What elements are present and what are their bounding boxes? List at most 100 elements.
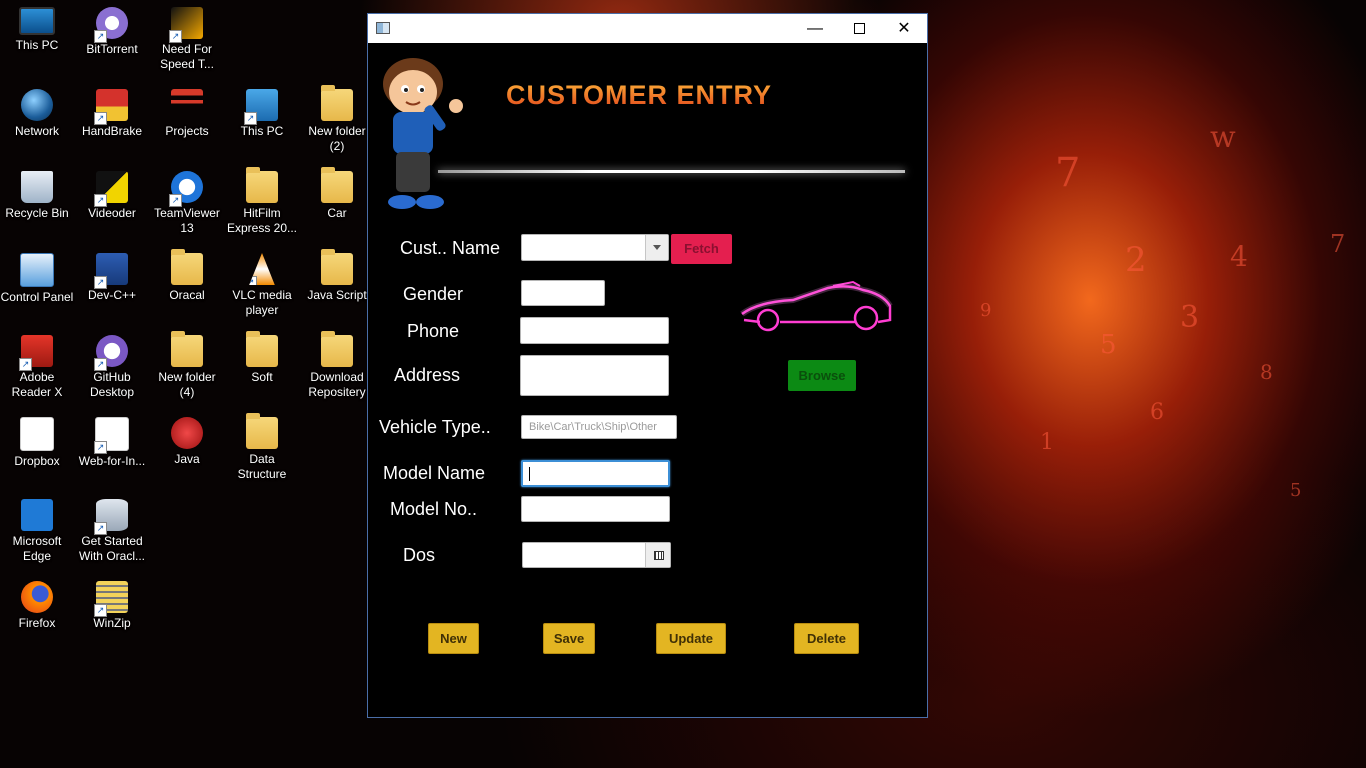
winzip-icon [94, 581, 128, 617]
desktop-icon-soft[interactable]: Soft [225, 331, 299, 385]
edge-icon [21, 499, 53, 531]
recycle-bin-icon [21, 171, 53, 203]
calendar-button[interactable] [645, 543, 670, 567]
fetch-button[interactable]: Fetch [671, 234, 732, 264]
address-label: Address [394, 365, 461, 385]
desktop-icon-this-pc[interactable]: This PC [0, 7, 74, 53]
model-name-field[interactable] [521, 460, 670, 487]
desktop-icon-data-structure[interactable]: Data Structure [225, 413, 299, 482]
firefox-icon [21, 581, 53, 613]
folder-icon [321, 85, 353, 121]
videoder-icon [94, 171, 128, 207]
desktop-icon-adobe-reader[interactable]: Adobe Reader X [0, 335, 74, 400]
control-panel-icon [20, 253, 54, 287]
folder-icon [171, 331, 203, 367]
maximize-icon [853, 23, 865, 35]
address-textarea[interactable] [520, 355, 669, 396]
dos-date-picker[interactable] [522, 542, 671, 568]
save-button[interactable]: Save [543, 623, 595, 654]
dropbox-icon [20, 417, 54, 451]
title-divider [438, 170, 905, 173]
folder-icon [321, 249, 353, 285]
desktop-icon-bittorrent[interactable]: BitTorrent [75, 7, 149, 57]
desktop-icon-handbrake[interactable]: HandBrake [75, 89, 149, 139]
torii-gate-icon [171, 89, 203, 121]
devcpp-icon [94, 253, 128, 289]
desktop-icon-devcpp[interactable]: Dev-C++ [75, 253, 149, 303]
adobe-reader-icon [19, 335, 53, 371]
folder-icon [171, 249, 203, 285]
desktop-icon-oracal[interactable]: Oracal [150, 249, 224, 303]
vehicle-type-field[interactable]: Bike\Car\Truck\Ship\Other [521, 415, 677, 439]
bittorrent-icon [94, 7, 128, 43]
paper-plane-icon [94, 417, 129, 454]
desktop-icon-new-folder-2[interactable]: New folder (2) [300, 85, 374, 154]
globe-icon [21, 89, 53, 121]
database-icon [94, 499, 128, 535]
desktop-icon-dropbox[interactable]: Dropbox [0, 417, 74, 469]
text-cursor [529, 467, 530, 481]
cust-name-label: Cust.. Name [400, 238, 501, 258]
handbrake-icon [94, 89, 128, 125]
browse-button[interactable]: Browse [788, 360, 856, 391]
teamviewer-icon [169, 171, 203, 207]
vehicle-type-placeholder: Bike\Car\Truck\Ship\Other [529, 421, 657, 433]
folder-icon [246, 331, 278, 367]
desktop-icon-hitfilm[interactable]: HitFilm Express 20... [225, 167, 299, 236]
customer-entry-window: — ✕ CUSTOMER ENTRY Cust.. Name Fetch Gen… [367, 13, 928, 718]
minimize-button[interactable]: — [792, 14, 838, 43]
folder-icon [321, 167, 353, 203]
phone-field[interactable] [520, 317, 669, 344]
gender-label: Gender [403, 284, 464, 304]
delete-button[interactable]: Delete [794, 623, 859, 654]
dropdown-arrow-button[interactable] [645, 235, 668, 260]
desktop-icon-java[interactable]: Java [150, 417, 224, 467]
java-character-icon [171, 417, 203, 449]
desktop-icon-firefox[interactable]: Firefox [0, 581, 74, 631]
cartoon-boy-image [383, 58, 463, 209]
folder-icon [246, 413, 278, 449]
github-icon [94, 335, 128, 371]
title-bar[interactable]: — ✕ [368, 14, 927, 43]
folder-icon [246, 167, 278, 203]
desktop-icon-recycle-bin[interactable]: Recycle Bin [0, 171, 74, 221]
chevron-down-icon [653, 245, 661, 250]
desktop-icon-winzip[interactable]: WinZip [75, 581, 149, 631]
update-button[interactable]: Update [656, 623, 726, 654]
desktop-icon-download-repositery[interactable]: Download Repositery [300, 331, 374, 400]
desktop-icon-control-panel[interactable]: Control Panel [0, 253, 74, 305]
desktop-icon-vlc[interactable]: VLC media player [225, 253, 299, 318]
new-button[interactable]: New [428, 623, 479, 654]
close-button[interactable]: ✕ [881, 14, 927, 43]
model-no-field[interactable] [521, 496, 670, 522]
dos-label: Dos [403, 545, 436, 565]
phone-label: Phone [407, 321, 460, 341]
desktop-icon-this-pc-2[interactable]: This PC [225, 89, 299, 139]
folder-icon [321, 331, 353, 367]
desktop-icon-get-started-oracle[interactable]: Get Started With Oracl... [75, 499, 149, 564]
desktop-icon-java-script[interactable]: Java Script [300, 249, 374, 303]
desktop-icon-videoder[interactable]: Videoder [75, 171, 149, 221]
calendar-icon [654, 551, 664, 560]
cust-name-combobox[interactable] [521, 234, 669, 261]
desktop-icon-microsoft-edge[interactable]: Microsoft Edge [0, 499, 74, 564]
gender-field[interactable] [521, 280, 605, 306]
desktop-icon-new-folder-4[interactable]: New folder (4) [150, 331, 224, 400]
app-icon [376, 22, 390, 34]
monitor-icon [19, 7, 55, 35]
need-for-speed-icon [169, 7, 203, 43]
monitor-icon [244, 89, 278, 125]
vlc-cone-icon [249, 253, 275, 285]
desktop-icon-network[interactable]: Network [0, 89, 74, 139]
desktop-icon-github-desktop[interactable]: GitHub Desktop [75, 335, 149, 400]
model-no-label: Model No.. [390, 499, 478, 519]
maximize-button[interactable] [836, 14, 882, 43]
desktop-icon-projects[interactable]: Projects [150, 89, 224, 139]
neon-car-image [740, 280, 893, 332]
model-name-label: Model Name [383, 463, 486, 483]
desktop-icon-teamviewer[interactable]: TeamViewer 13 [150, 171, 224, 236]
desktop-icon-web-for-in[interactable]: Web-for-In... [75, 417, 149, 469]
desktop-icon-car[interactable]: Car [300, 167, 374, 221]
page-title: CUSTOMER ENTRY [506, 80, 773, 110]
desktop-icon-need-for-speed[interactable]: Need For Speed T... [150, 7, 224, 72]
